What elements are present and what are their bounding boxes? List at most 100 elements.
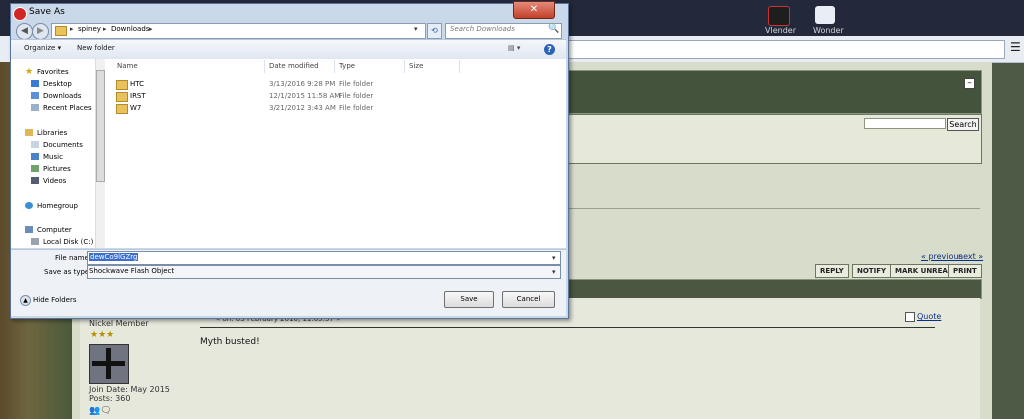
search-icon[interactable]: 🔍 [548,24,559,34]
nav-item-videos[interactable]: Videos [43,177,66,185]
pictures-icon [31,165,39,172]
computer-icon [25,226,33,233]
save-button[interactable]: Save [444,291,494,308]
search-placeholder: Search Downloads [450,25,515,33]
forward-icon[interactable]: ▶ [32,23,49,40]
column-divider[interactable] [404,60,405,73]
folder-icon [116,104,128,114]
nav-item-documents[interactable]: Documents [43,141,83,149]
nav-item-favorites[interactable]: Favorites [37,68,69,76]
nav-item-downloads[interactable]: Downloads [43,92,81,100]
nav-item-desktop[interactable]: Desktop [43,80,72,88]
forum-search-button[interactable]: Search [947,118,979,131]
file-row-date: 3/13/2016 9:28 PM [269,80,336,88]
dialog-title: Save As [29,7,65,17]
refresh-icon[interactable]: ⟲ [427,23,442,39]
member-action-icons[interactable]: 👥🗨 [89,406,112,416]
nav-item-music[interactable]: Music [43,153,63,161]
post-count: Posts: 360 [89,394,131,403]
nav-item-pictures[interactable]: Pictures [43,165,71,173]
join-date: Join Date: May 2015 [89,385,170,394]
browser-menu-icon[interactable]: ☰ [1010,40,1022,56]
views-icon[interactable]: ▤ ▾ [508,44,520,52]
column-header-type[interactable]: Type [339,62,355,70]
print-button[interactable]: PRINT [948,264,982,278]
thread-bar [567,279,982,299]
breadcrumb-item[interactable]: spiney [78,25,101,33]
nav-scrollbar-thumb[interactable] [96,70,105,182]
hide-folders-button[interactable]: Hide Folders [33,296,76,304]
member-rank: Nickel Member [89,319,149,328]
chevron-down-icon[interactable]: ▾ [414,25,418,33]
chevron-right-icon[interactable]: ▸ [70,25,74,33]
help-icon[interactable]: ? [544,44,555,55]
file-name-label: File name: [55,254,92,262]
column-divider[interactable] [264,60,265,73]
file-row-name[interactable]: IRST [130,92,146,100]
collapse-icon[interactable]: – [964,78,975,89]
file-row-date: 12/1/2015 11:58 AM [269,92,341,100]
column-divider[interactable] [334,60,335,73]
opera-icon [13,7,27,21]
save-type-value[interactable]: Shockwave Flash Object [89,267,174,275]
folder-icon [116,92,128,102]
app-icon[interactable] [768,6,790,26]
breadcrumb-item[interactable]: Downloads [111,25,149,33]
forum-search-input[interactable] [864,118,946,129]
column-divider[interactable] [459,60,460,73]
nav-item-local-disk[interactable]: Local Disk (C:) [43,238,93,246]
rank-stars-icon: ★★★ [90,330,115,340]
chevron-down-icon[interactable]: ▾ [552,254,556,262]
address-bar[interactable] [51,23,426,39]
column-header-date[interactable]: Date modified [269,62,319,70]
post-body: Myth busted! [200,337,260,347]
previous-link[interactable]: « previous [921,252,963,261]
libraries-icon [25,129,33,136]
folder-icon [116,80,128,90]
chevron-down-icon[interactable]: ▾ [552,268,556,276]
next-link[interactable]: next » [958,252,983,261]
quote-icon[interactable] [905,312,915,322]
forum-header [567,70,982,114]
disk-icon [31,238,39,245]
new-folder-button[interactable]: New folder [77,44,115,52]
close-button[interactable]: ✕ [513,1,555,19]
quote-link[interactable]: Quote [917,312,941,321]
file-row-type: File folder [339,92,374,100]
back-icon[interactable]: ◀ [16,23,33,40]
task-label: Vlender [765,26,796,35]
save-type-label: Save as type: [44,268,92,276]
documents-icon [31,141,39,148]
file-row-name[interactable]: W7 [130,104,141,112]
column-header-name[interactable]: Name [117,62,138,70]
reply-button[interactable]: REPLY [815,264,849,278]
desktop-icon [31,80,39,87]
homegroup-icon [25,202,33,209]
cancel-button[interactable]: Cancel [502,291,555,308]
music-icon [31,153,39,160]
avatar-cross [92,361,125,366]
divider [567,208,980,209]
file-row-name[interactable]: HTC [130,80,144,88]
browser-address-bar[interactable] [567,40,1005,59]
file-name-value[interactable]: dewCo9lGZrg [89,253,139,261]
chevron-right-icon[interactable]: ▸ [149,25,153,33]
column-header-size[interactable]: Size [409,62,423,70]
folder-icon [55,26,67,36]
nav-item-recent-places[interactable]: Recent Places [43,104,92,112]
app-icon[interactable] [815,6,835,24]
organize-button[interactable]: Organize ▾ [24,44,61,52]
nav-item-computer[interactable]: Computer [37,226,72,234]
file-row-type: File folder [339,104,374,112]
file-row-date: 3/21/2012 3:43 AM [269,104,336,112]
videos-icon [31,177,39,184]
chevron-up-icon[interactable]: ▲ [20,295,31,306]
file-name-input[interactable] [87,251,561,265]
recent-places-icon [31,104,39,111]
notify-button[interactable]: NOTIFY [852,264,892,278]
downloads-icon [31,92,39,99]
nav-item-homegroup[interactable]: Homegroup [37,202,78,210]
file-list [105,59,566,248]
nav-item-libraries[interactable]: Libraries [37,129,67,137]
chevron-right-icon[interactable]: ▸ [103,25,107,33]
